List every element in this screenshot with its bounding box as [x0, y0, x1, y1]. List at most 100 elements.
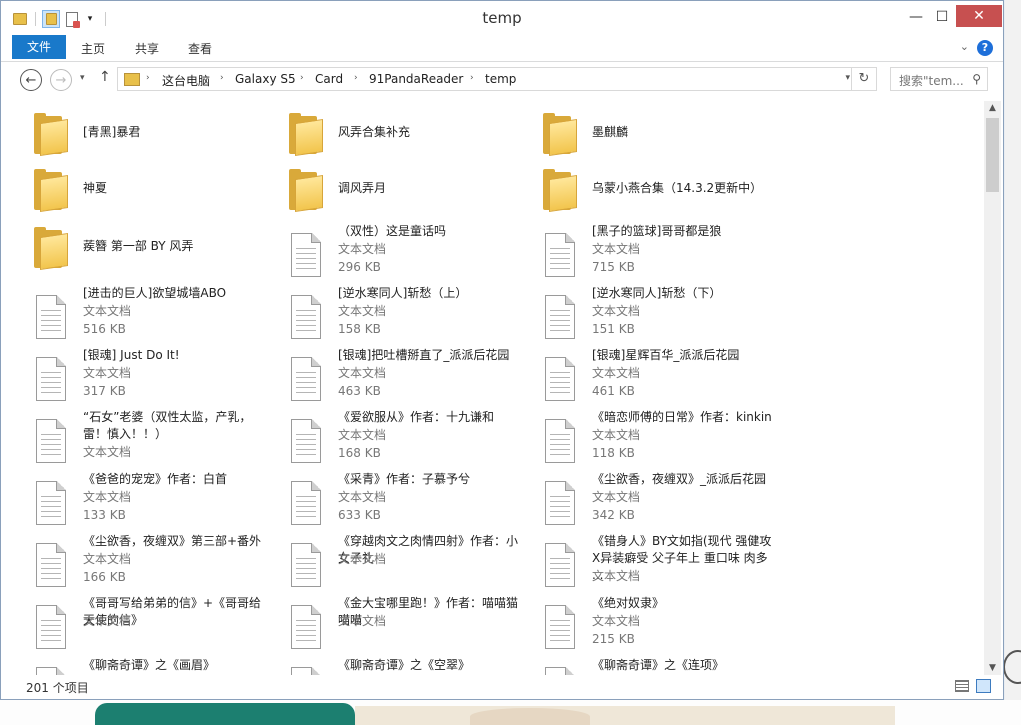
up-button[interactable]: ↑	[99, 69, 111, 85]
breadcrumb-this-pc[interactable]: 这台电脑	[162, 72, 210, 89]
file-item[interactable]: [逆水寒同人]斩愁（上） 文本文档 158 KB	[267, 285, 517, 343]
status-bar: 201 个项目	[1, 675, 1003, 699]
file-item[interactable]: [银魂] Just Do It! 文本文档 317 KB	[12, 347, 262, 405]
minimize-button[interactable]: —	[902, 7, 930, 27]
breadcrumb-separator[interactable]: ›	[146, 73, 150, 83]
tab-share[interactable]: 共享	[123, 38, 171, 60]
file-item[interactable]: 《聊斋奇谭》之《画眉》	[12, 657, 262, 675]
file-type: 文本文档	[338, 614, 387, 628]
file-name: [银魂]把吐槽掰直了_派派后花园	[338, 348, 510, 362]
file-item[interactable]: 《尘欲香，夜缠双》_派派后花园 文本文档 342 KB	[521, 471, 771, 529]
breadcrumb-separator[interactable]: ›	[354, 73, 358, 83]
breadcrumb-91pandareader[interactable]: 91PandaReader	[369, 72, 463, 86]
folder-item[interactable]: 风弄合集补充	[267, 109, 517, 167]
file-type: 文本文档	[592, 614, 641, 628]
file-item[interactable]: 《错身人》BY文如指(现代 强健攻X异装癖受 父子年上 重口味 肉多 ... 文本…	[521, 533, 771, 591]
file-type: 文本文档	[83, 445, 132, 459]
help-icon[interactable]: ?	[977, 40, 993, 56]
back-button[interactable]: ←	[20, 69, 42, 91]
file-name: 蒺簪 第一部 BY 风弄	[83, 239, 194, 253]
scroll-down-arrow-icon[interactable]: ▼	[984, 663, 1001, 673]
file-name: 《绝对奴隶》	[592, 596, 665, 610]
file-size: 158 KB	[338, 322, 381, 336]
close-button[interactable]: ✕	[956, 5, 1002, 27]
file-name: （双性）这是童话吗	[338, 224, 447, 238]
refresh-button[interactable]: ↻	[851, 68, 876, 90]
text-document-icon	[287, 541, 321, 587]
expand-ribbon-chevron-icon[interactable]: ⌄	[960, 40, 969, 53]
file-item[interactable]: 《聊斋奇谭》之《连项》	[521, 657, 771, 675]
large-icons-view-icon[interactable]	[976, 679, 991, 693]
folder-item[interactable]: 乌蒙小燕合集（14.3.2更新中）	[521, 165, 771, 223]
breadcrumb-temp[interactable]: temp	[485, 72, 516, 86]
folder-item[interactable]: 蒺簪 第一部 BY 风弄	[12, 223, 262, 281]
folder-item[interactable]: 神夏	[12, 165, 262, 223]
recent-locations-chevron-icon[interactable]: ▾	[80, 73, 85, 83]
file-name: 《聊斋奇谭》之《画眉》	[83, 658, 216, 672]
file-type: 文本文档	[592, 490, 641, 504]
file-name: 《尘欲香，夜缠双》_派派后花园	[592, 472, 767, 486]
vertical-scrollbar[interactable]: ▲ ▼	[984, 101, 1001, 675]
file-item[interactable]: （双性）这是童话吗 文本文档 296 KB	[267, 223, 517, 281]
file-item[interactable]: “石女”老婆（双性太监，产乳，雷！慎入！！） 文本文档	[12, 409, 262, 467]
forward-button[interactable]: →	[50, 69, 72, 91]
text-document-icon	[541, 665, 575, 675]
search-icon[interactable]: ⚲	[972, 72, 981, 86]
file-size: 317 KB	[83, 384, 126, 398]
tab-view[interactable]: 查看	[176, 38, 224, 60]
breadcrumb-separator[interactable]: ›	[470, 73, 474, 83]
file-type: 文本文档	[83, 366, 132, 380]
scrollbar-thumb[interactable]	[986, 118, 999, 192]
search-input[interactable]: 搜索"tem...	[899, 72, 964, 89]
file-item[interactable]: 《金大宝哪里跑！》作者：喵喵猫喵喵 文本文档	[267, 595, 518, 653]
navigation-bar: ← → ▾ ↑ › 这台电脑 › Galaxy S5 › Card › 91Pa…	[1, 62, 1003, 98]
folder-icon	[32, 112, 70, 156]
file-name: [银魂] Just Do It!	[83, 348, 180, 362]
tab-home[interactable]: 主页	[69, 38, 117, 60]
file-item[interactable]: 《暗恋师傅的日常》作者：kinkin 文本文档 118 KB	[521, 409, 772, 467]
file-size: 633 KB	[338, 508, 381, 522]
file-item[interactable]: 《采青》作者：子慕予兮 文本文档 633 KB	[267, 471, 517, 529]
file-name: 《聊斋奇谭》之《空翠》	[338, 658, 471, 672]
title-bar[interactable]: ▾ temp — ☐ ✕	[1, 1, 1003, 35]
file-item[interactable]: 《穿越肉文之肉情四射》作者：小女子礼 文本文档	[267, 533, 518, 591]
breadcrumb-separator[interactable]: ›	[220, 73, 224, 83]
file-size: 166 KB	[83, 570, 126, 584]
file-item[interactable]: [银魂]把吐槽掰直了_派派后花园 文本文档 463 KB	[267, 347, 517, 405]
details-view-icon[interactable]	[955, 680, 969, 692]
text-document-icon	[287, 417, 321, 463]
tab-file[interactable]: 文件	[12, 35, 67, 59]
folder-item[interactable]: 墨麒麟	[521, 109, 771, 167]
file-item[interactable]: 《绝对奴隶》 文本文档 215 KB	[521, 595, 771, 653]
address-bar[interactable]: › 这台电脑 › Galaxy S5 › Card › 91PandaReade…	[117, 67, 877, 91]
file-item[interactable]: 《哥哥写给弟弟的信》+《哥哥给天使的信》 文本文档	[12, 595, 262, 653]
file-type: 文本文档	[592, 366, 641, 380]
file-name: [逆水寒同人]斩愁（下）	[592, 286, 722, 300]
text-document-icon	[541, 355, 575, 401]
file-name: [青黑]暴君	[83, 125, 141, 139]
breadcrumb-separator[interactable]: ›	[300, 73, 304, 83]
file-item[interactable]: 《爸爸的宠宠》作者：白首 文本文档 133 KB	[12, 471, 262, 529]
folder-item[interactable]: 调风弄月	[267, 165, 517, 223]
text-document-icon	[541, 417, 575, 463]
file-name: [黑子的篮球]哥哥都是狼	[592, 224, 722, 238]
file-item[interactable]: [进击的巨人]欲望城墙ABO 文本文档 516 KB	[12, 285, 262, 343]
file-item[interactable]: [银魂]星辉百华_派派后花园 文本文档 461 KB	[521, 347, 771, 405]
file-item[interactable]: 《聊斋奇谭》之《空翠》	[267, 657, 517, 675]
breadcrumb-card[interactable]: Card	[315, 72, 343, 86]
breadcrumb-galaxy-s5[interactable]: Galaxy S5	[235, 72, 296, 86]
folder-item[interactable]: [青黑]暴君	[12, 109, 262, 167]
address-history-chevron-icon[interactable]: ▾	[845, 73, 850, 83]
file-item[interactable]: 《爱欲服从》作者：十九谦和 文本文档 168 KB	[267, 409, 517, 467]
folder-icon	[287, 112, 325, 156]
file-item[interactable]: [黑子的篮球]哥哥都是狼 文本文档 715 KB	[521, 223, 771, 281]
file-item[interactable]: [逆水寒同人]斩愁（下） 文本文档 151 KB	[521, 285, 771, 343]
file-type: 文本文档	[592, 304, 641, 318]
ribbon-tabs: 文件 主页 共享 查看 ⌄ ?	[1, 35, 1003, 62]
file-item[interactable]: 《尘欲香，夜缠双》第三部+番外 文本文档 166 KB	[12, 533, 262, 591]
scroll-up-arrow-icon[interactable]: ▲	[984, 103, 1001, 113]
file-type: 文本文档	[338, 552, 387, 566]
maximize-button[interactable]: ☐	[928, 7, 956, 27]
search-box[interactable]: 搜索"tem... ⚲	[890, 67, 988, 91]
file-type: 文本文档	[338, 428, 387, 442]
